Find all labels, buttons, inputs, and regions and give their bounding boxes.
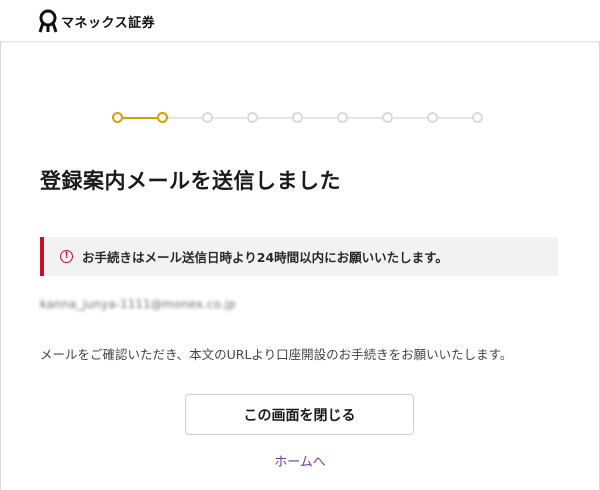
page-title: 登録案内メールを送信しました — [40, 169, 341, 193]
stepper-step-4 — [247, 112, 258, 123]
stepper-connector — [168, 117, 202, 119]
notice-alert: ! お手続きはメール送信日時より24時間以内にお願いいたします。 — [40, 237, 558, 276]
stepper-step-3 — [202, 112, 213, 123]
stepper-step-8 — [427, 112, 438, 123]
exclamation-circle-icon: ! — [60, 250, 73, 263]
stepper-connector — [303, 117, 337, 119]
header: マネックス証券 — [0, 0, 600, 42]
logo-text: マネックス証券 — [61, 15, 156, 31]
stepper-step-9 — [472, 112, 483, 123]
stepper-step-7 — [382, 112, 393, 123]
home-link[interactable]: ホームへ — [0, 451, 600, 470]
registered-email: kanna_junya-1111@monex.co.jp — [40, 297, 236, 311]
close-screen-button[interactable]: この画面を閉じる — [185, 394, 414, 435]
stepper-connector — [123, 117, 157, 119]
stepper-connector — [348, 117, 382, 119]
progress-stepper — [112, 110, 492, 126]
monex-logo[interactable]: マネックス証券 — [38, 8, 155, 34]
monex-logo-icon — [38, 9, 58, 33]
stepper-step-6 — [337, 112, 348, 123]
stepper-step-1 — [112, 112, 123, 123]
stepper-connector — [393, 117, 427, 119]
stepper-connector — [438, 117, 472, 119]
stepper-step-5 — [292, 112, 303, 123]
alert-text: お手続きはメール送信日時より24時間以内にお願いいたします。 — [82, 250, 448, 265]
stepper-step-2 — [157, 112, 168, 123]
stepper-connector — [213, 117, 247, 119]
instruction-text: メールをご確認いただき、本文のURLより口座開設のお手続きをお願いいたします。 — [40, 347, 513, 362]
stepper-connector — [258, 117, 292, 119]
